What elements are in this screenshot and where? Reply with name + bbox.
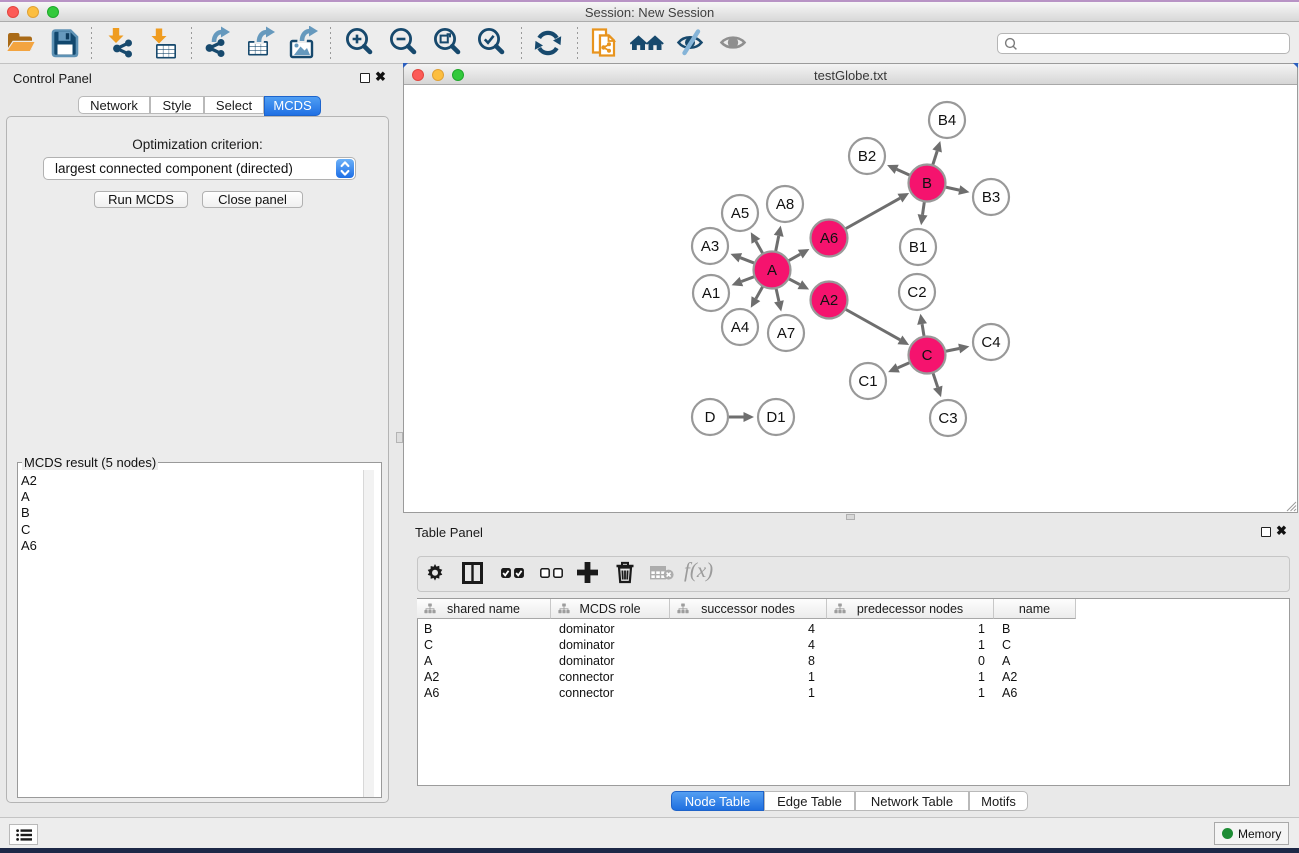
svg-text:B1: B1 [909, 239, 927, 256]
svg-text:C1: C1 [858, 373, 877, 390]
svg-text:A8: A8 [776, 196, 794, 213]
svg-text:C4: C4 [981, 334, 1000, 351]
svg-text:B4: B4 [938, 112, 956, 129]
svg-text:A4: A4 [731, 319, 749, 336]
svg-text:A3: A3 [701, 238, 719, 255]
svg-text:C3: C3 [938, 410, 957, 427]
svg-text:C2: C2 [907, 284, 926, 301]
svg-text:A5: A5 [731, 205, 749, 222]
svg-text:C: C [922, 347, 933, 364]
svg-text:A: A [767, 262, 777, 279]
svg-text:D1: D1 [766, 409, 785, 426]
svg-text:A7: A7 [777, 325, 795, 342]
svg-text:B3: B3 [982, 189, 1000, 206]
svg-text:B: B [922, 175, 932, 192]
svg-text:A1: A1 [702, 285, 720, 302]
svg-text:B2: B2 [858, 148, 876, 165]
svg-text:A2: A2 [820, 292, 838, 309]
svg-text:A6: A6 [820, 230, 838, 247]
svg-text:D: D [705, 409, 716, 426]
